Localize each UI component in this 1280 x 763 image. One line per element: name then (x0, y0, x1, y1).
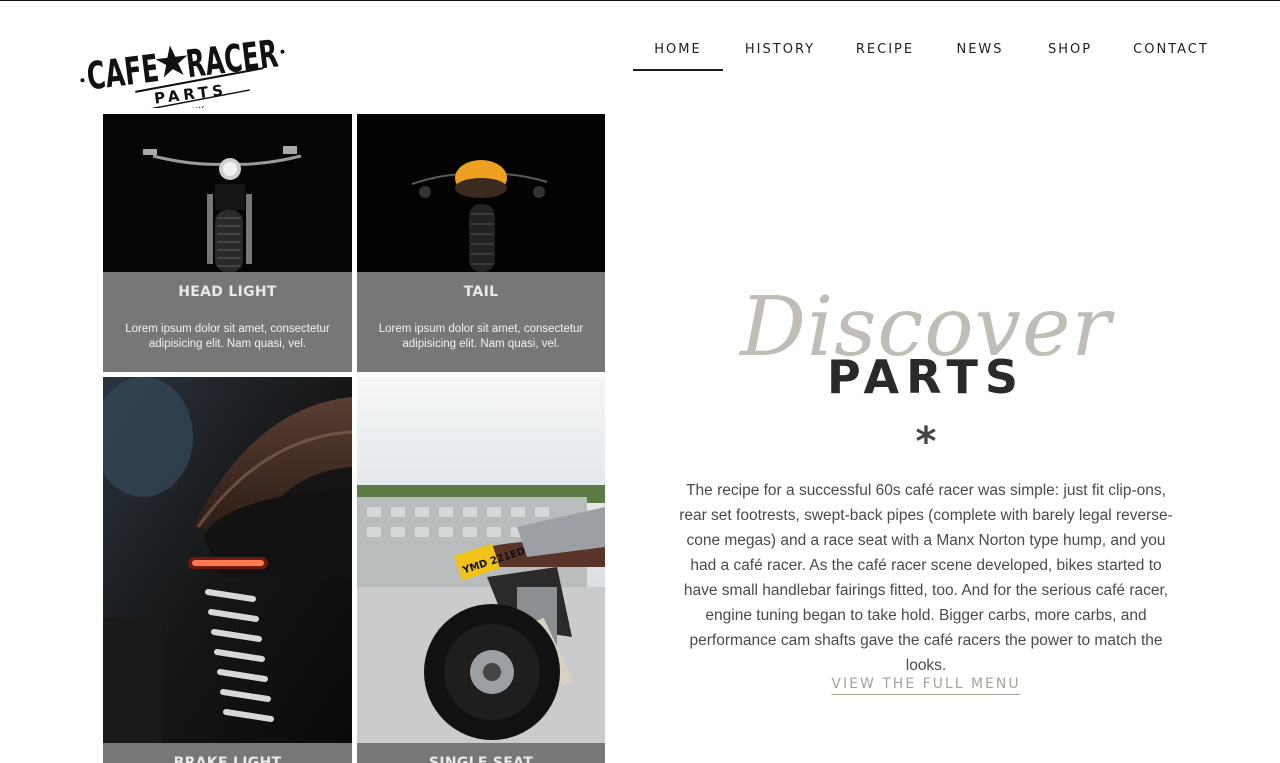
brake-light-caption: BRAKE LIGHT (103, 743, 352, 763)
logo-text-cafe: CAFE (84, 46, 161, 98)
tile-description: Lorem ipsum dolor sit amet, consectetur … (125, 323, 330, 350)
part-tile-tail[interactable]: TAIL Lorem ipsum dolor sit amet, consect… (357, 114, 605, 372)
nav-recipe[interactable]: RECIPE (853, 37, 917, 71)
single-seat-photo: YMD 221ED (357, 377, 605, 743)
tile-description: Lorem ipsum dolor sit amet, consectetur … (378, 323, 584, 350)
head-light-photo (103, 114, 352, 272)
part-tile-brake-light[interactable]: BRAKE LIGHT (103, 377, 352, 763)
parts-heading: PARTS (827, 350, 1025, 404)
part-tile-head-light[interactable]: HEAD LIGHT Lorem ipsum dolor sit amet, c… (103, 114, 352, 372)
tail-caption: TAIL Lorem ipsum dolor sit amet, consect… (357, 272, 605, 372)
tile-title: SINGLE SEAT (428, 755, 534, 763)
tile-title: BRAKE LIGHT (173, 755, 282, 763)
top-border-line (0, 0, 1280, 1)
asterisk-divider: * (915, 419, 937, 465)
logo-text-parts: PARTS (153, 81, 228, 108)
logo-text-racer: RACER (184, 31, 281, 86)
hero-paragraph: The recipe for a successful 60s café rac… (679, 482, 1173, 674)
tile-title: HEAD LIGHT (178, 284, 277, 300)
view-full-menu-link[interactable]: VIEW THE FULL MENU (831, 676, 1021, 695)
single-seat-caption: SINGLE SEAT (357, 743, 605, 763)
nav-contact[interactable]: CONTACT (1133, 37, 1209, 71)
tail-photo (357, 114, 605, 272)
cafe-racer-parts-logo[interactable]: CAFE RACER PARTS UK (76, 16, 288, 108)
tile-title: TAIL (463, 284, 499, 300)
nav-shop[interactable]: SHOP (1042, 37, 1098, 71)
part-tile-single-seat[interactable]: YMD 221ED SINGLE SEAT (357, 377, 605, 763)
nav-home[interactable]: HOME (633, 37, 723, 71)
logo-text-uk: UK (192, 106, 207, 108)
nav-history[interactable]: HISTORY (741, 37, 819, 71)
head-light-caption: HEAD LIGHT Lorem ipsum dolor sit amet, c… (103, 272, 352, 372)
nav-news[interactable]: NEWS (952, 37, 1008, 71)
brake-light-photo (103, 377, 352, 743)
